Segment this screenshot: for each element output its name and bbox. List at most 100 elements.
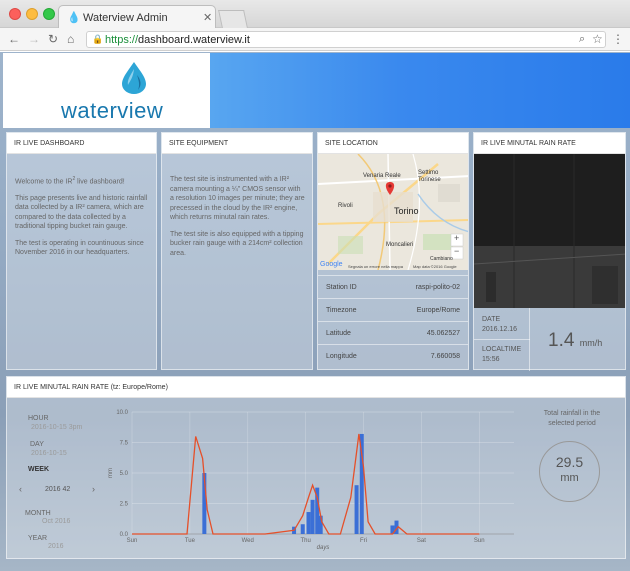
localtime-label: LOCALTIME (482, 346, 522, 353)
x-tick-label: Tue (185, 538, 196, 544)
rain-bar (310, 499, 315, 534)
prev-week-icon[interactable]: ‹ (19, 484, 22, 494)
week-value: 2016 42 (45, 486, 71, 493)
month-selector[interactable]: MONTH (25, 510, 51, 517)
minimize-window-button[interactable] (26, 8, 38, 20)
map-report-error-link[interactable]: Segnala un errore nella mappa (348, 264, 403, 269)
longitude-label: Longitude (326, 353, 357, 360)
hour-value: 2016-10-15 3pm (31, 424, 83, 431)
dashboard-page: waterview IR LIVE DASHBOARD Welcome to t… (0, 52, 630, 571)
longitude-value: 7.660058 (430, 353, 460, 360)
x-tick-label: Wed (242, 538, 254, 544)
hour-selector[interactable]: HOUR (28, 415, 49, 422)
google-logo[interactable]: Google (320, 261, 343, 268)
y-tick-label: 10.0 (116, 410, 128, 416)
address-url[interactable]: https://dashboard.waterview.it (105, 34, 250, 46)
lock-icon: 🔒 (92, 34, 104, 44)
latitude-label: Latitude (326, 330, 351, 337)
x-tick-label: Sun (127, 538, 138, 544)
back-arrow-icon[interactable]: ← (8, 32, 20, 46)
year-selector[interactable]: YEAR (28, 535, 47, 542)
longitude-row: Longitude 7.660058 (318, 344, 468, 367)
y-tick-label: 5.0 (120, 471, 129, 477)
browser-tab-active[interactable]: 💧 Waterview Admin ✕ (58, 5, 216, 29)
day-selector[interactable]: DAY (30, 441, 44, 448)
map-zoom-in-button[interactable]: + (454, 233, 459, 243)
live-rain-rate-panel: IR LIVE MINUTAL RAIN RATE DATE 2016.12.1… (473, 132, 626, 371)
total-rainfall-unit: mm (560, 472, 579, 484)
new-tab-button[interactable] (218, 10, 248, 28)
panel-title: IR LIVE MINUTAL RAIN RATE (tz: Europe/Ro… (7, 377, 625, 398)
x-tick-label: Fri (360, 538, 367, 544)
date-label: DATE (482, 316, 501, 323)
timezone-value: Europe/Rome (416, 307, 460, 314)
map-label-venaria: Venaria Reale (363, 173, 401, 179)
rain-bar (306, 512, 311, 534)
home-icon[interactable]: ⌂ (67, 32, 74, 46)
x-axis-label: days (317, 545, 330, 551)
rain-rate-value: 1.4 mm/h (548, 330, 603, 351)
total-rainfall-circle: 29.5 mm (539, 441, 600, 502)
map-label-moncalieri: Moncalieri (386, 242, 414, 248)
site-map[interactable]: Venaria Reale Settimo Torinese Rivoli To… (318, 154, 468, 270)
equipment-text: The test site is instrumented with a IR²… (170, 176, 305, 221)
panel-body: Welcome to the IR2 live dashboard! This … (15, 175, 150, 265)
x-tick-label: Thu (300, 538, 310, 544)
reload-icon[interactable]: ↻ (48, 32, 58, 46)
next-week-icon[interactable]: › (92, 484, 95, 494)
header-banner (210, 53, 630, 128)
rain-bar (354, 485, 359, 534)
y-tick-label: 2.5 (120, 502, 129, 508)
waterview-logo-icon (122, 62, 146, 94)
bookmark-star-icon[interactable]: ☆ (592, 32, 603, 46)
week-selector[interactable]: WEEK (28, 466, 49, 473)
maximize-window-button[interactable] (43, 8, 55, 20)
panel-title: IR LIVE MINUTAL RAIN RATE (474, 133, 625, 154)
logo-text: waterview (61, 98, 164, 123)
station-id-row: Station ID raspi-polito-02 (318, 275, 468, 298)
close-tab-icon[interactable]: ✕ (203, 11, 212, 24)
total-rainfall-value: 29.5 (555, 454, 584, 470)
x-tick-label: Sat (417, 538, 426, 544)
zoom-icon[interactable]: ⌕ (579, 33, 585, 46)
panel-body: The test site is instrumented with a IR²… (170, 175, 306, 265)
map-zoom-out-button[interactable]: − (454, 246, 459, 256)
month-value: Oct 2016 (42, 518, 71, 525)
forward-arrow-icon[interactable]: → (28, 32, 40, 46)
camera-image (474, 154, 625, 308)
day-value: 2016-10-15 (31, 450, 67, 457)
map-label-torino: Torino (394, 206, 419, 216)
browser-titlebar: 💧 Waterview Admin ✕ (0, 0, 630, 29)
y-axis-label: mm (108, 468, 114, 478)
x-tick-label: Sun (474, 538, 485, 544)
welcome-text: Welcome to the IR2 live dashboard! (15, 176, 125, 186)
total-rainfall-label: Total rainfall in the selected period (543, 410, 601, 427)
site-location-panel: SITE LOCATION Venaria Reale Settimo Tori… (317, 132, 469, 370)
operating-text: The test is operating in countinuous sin… (15, 239, 144, 257)
latitude-value: 45.062527 (426, 330, 460, 337)
station-id-value: raspi-polito-02 (415, 284, 460, 291)
timezone-label: Timezone (326, 307, 357, 314)
waterview-favicon-icon: 💧 (67, 12, 81, 24)
panel-title: SITE LOCATION (318, 133, 468, 154)
rain-bar (300, 524, 305, 534)
browser-menu-icon[interactable]: ⋮ (612, 32, 624, 46)
address-bar[interactable]: 🔒 https://dashboard.waterview.it ⌕ ☆ (86, 31, 606, 48)
description-text: This page presents live and historic rai… (15, 194, 148, 231)
y-tick-label: 7.5 (120, 441, 129, 447)
close-window-button[interactable] (9, 8, 21, 20)
station-id-label: Station ID (326, 284, 357, 291)
browser-toolbar: ← → ↻ ⌂ 🔒 https://dashboard.waterview.it… (0, 28, 630, 51)
rain-gauge-text: The test site is also equipped with a ti… (170, 230, 304, 257)
localtime-value: 15:56 (482, 356, 500, 363)
map-label-cambiano: Cambiano (430, 256, 453, 262)
rain-rate-chart: 0.02.55.07.510.0 Sun Tue Wed Thu Fri Sat Sun d… (108, 410, 514, 551)
date-value: 2016.12.16 (482, 326, 518, 333)
map-label-settimo: Settimo Torinese (418, 170, 441, 183)
browser-tab-title: Waterview Admin (83, 12, 168, 24)
logo-area: waterview (3, 53, 210, 128)
date-time-box: DATE 2016.12.16 LOCALTIME 15:56 (474, 308, 530, 371)
timezone-row: Timezone Europe/Rome (318, 298, 468, 321)
site-equipment-panel: SITE EQUIPMENT The test site is instrume… (161, 132, 313, 370)
dashboard-intro-panel: IR LIVE DASHBOARD Welcome to the IR2 liv… (6, 132, 157, 370)
